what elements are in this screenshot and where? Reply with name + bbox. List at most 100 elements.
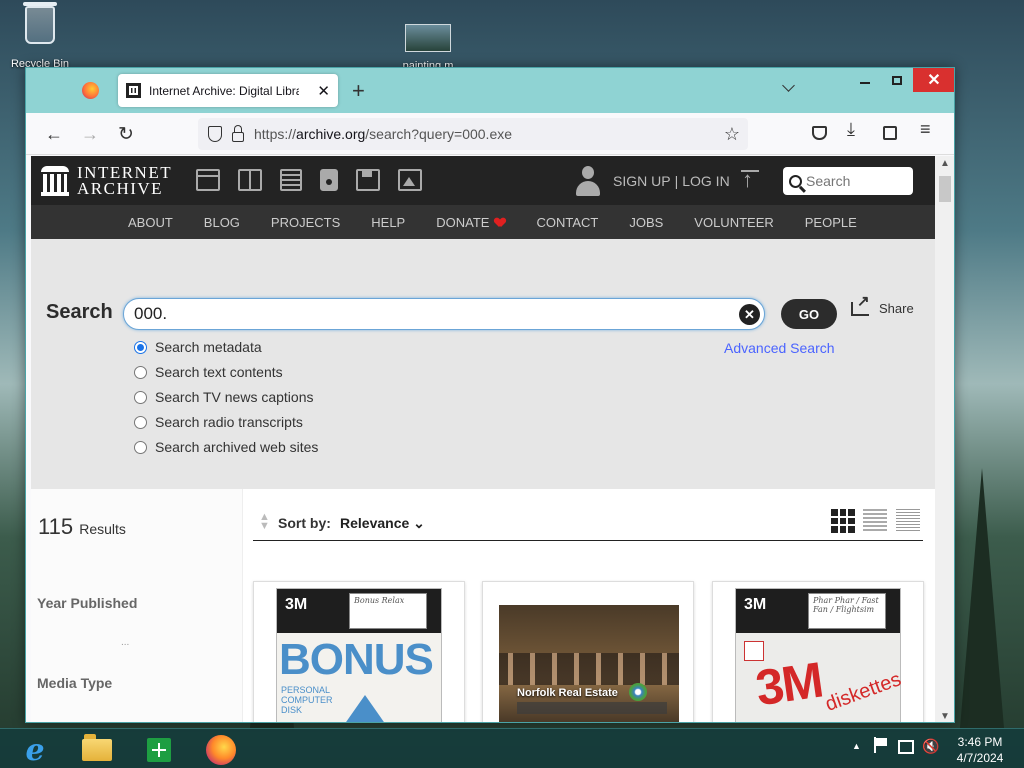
tracking-protection-shield-icon[interactable] xyxy=(208,126,222,142)
option-search-tv-captions[interactable]: Search TV news captions xyxy=(134,389,318,405)
menu-hamburger-icon[interactable]: ≡ xyxy=(920,119,931,140)
texts-book-icon[interactable] xyxy=(238,169,262,191)
minimize-button[interactable] xyxy=(849,68,881,92)
volume-muted-icon[interactable]: 🔇 xyxy=(922,738,939,755)
file-explorer-icon[interactable] xyxy=(77,733,117,767)
firefox-view-icon[interactable] xyxy=(82,82,99,99)
header-search-box[interactable] xyxy=(783,167,913,195)
recycle-bin-desktop-icon[interactable]: Recycle Bin xyxy=(0,0,80,70)
radio-button-selected[interactable] xyxy=(134,340,147,354)
tab-close-icon[interactable]: ✕ xyxy=(317,82,330,100)
upload-icon[interactable] xyxy=(741,167,759,193)
list-all-tabs-chevron-icon[interactable] xyxy=(782,81,796,95)
sort-bar: ▲ ▼ Sort by: Relevance ⌄ xyxy=(253,509,923,541)
radio-button[interactable] xyxy=(134,365,147,379)
desktop-tree xyxy=(960,468,1004,728)
page-scrollbar[interactable]: ▲ ▼ xyxy=(935,156,954,722)
bookmark-star-icon[interactable]: ☆ xyxy=(724,124,740,145)
web-archive-icon[interactable] xyxy=(196,169,220,191)
search-type-options: Search metadata Search text contents Sea… xyxy=(134,339,318,455)
close-window-button[interactable]: ✕ xyxy=(913,68,954,92)
subnav-volunteer[interactable]: VOLUNTEER xyxy=(694,215,773,230)
internet-archive-favicon-icon xyxy=(126,83,141,98)
heart-icon xyxy=(495,218,505,227)
search-query-input[interactable] xyxy=(134,304,714,324)
search-query-field[interactable]: ✕ xyxy=(123,298,765,330)
radio-button[interactable] xyxy=(134,390,147,404)
option-search-metadata[interactable]: Search metadata xyxy=(134,339,318,355)
scroll-up-arrow-icon[interactable]: ▲ xyxy=(940,158,950,169)
painting-desktop-icon[interactable]: painting.m xyxy=(388,2,468,72)
list-detail-view-icon[interactable] xyxy=(863,509,887,533)
ia-sub-navigation: ABOUT BLOG PROJECTS HELP DONATE CONTACT … xyxy=(31,205,935,239)
advanced-search-link[interactable]: Advanced Search xyxy=(724,340,835,356)
maximize-button[interactable] xyxy=(881,68,913,92)
subnav-help[interactable]: HELP xyxy=(371,215,405,230)
pocket-icon[interactable] xyxy=(812,126,827,140)
images-icon[interactable] xyxy=(398,169,422,191)
subnav-blog[interactable]: BLOG xyxy=(204,215,240,230)
back-arrow-icon[interactable]: ← xyxy=(42,122,66,146)
header-search-input[interactable] xyxy=(806,173,902,189)
downloads-icon[interactable]: ⤓ xyxy=(847,119,855,140)
forward-arrow-icon[interactable]: → xyxy=(78,122,102,146)
sign-up-link[interactable]: SIGN UP xyxy=(613,173,671,189)
search-icon[interactable] xyxy=(789,174,802,188)
video-thumbnail: Norfolk Real Estate xyxy=(499,605,679,722)
browser-window: Internet Archive: Digital Library ✕ + ✕ … xyxy=(25,67,955,723)
reload-icon[interactable]: ↻ xyxy=(114,122,138,146)
subnav-donate[interactable]: DONATE xyxy=(436,215,505,230)
facet-year-published[interactable]: Year Published xyxy=(37,595,137,611)
radio-button[interactable] xyxy=(134,415,147,429)
sort-direction-icon[interactable]: ▲ ▼ xyxy=(259,512,271,533)
option-search-text-contents[interactable]: Search text contents xyxy=(134,364,318,380)
lock-icon[interactable] xyxy=(232,124,244,142)
option-search-radio-transcripts[interactable]: Search radio transcripts xyxy=(134,414,318,430)
video-film-icon[interactable] xyxy=(280,169,302,191)
user-avatar-icon[interactable] xyxy=(574,166,602,196)
taskbar: e ▲ 🔇 3:46 PM 4/7/2024 xyxy=(0,728,1024,768)
share-button[interactable]: Share xyxy=(851,292,914,316)
subnav-people[interactable]: PEOPLE xyxy=(805,215,857,230)
scroll-down-arrow-icon[interactable]: ▼ xyxy=(940,711,950,722)
tab-strip: Internet Archive: Digital Library ✕ + ✕ xyxy=(26,68,954,113)
go-button[interactable]: GO xyxy=(781,299,837,329)
software-floppy-icon[interactable] xyxy=(356,169,380,191)
ia-top-nav: INTERNET ARCHIVE SIGN UP | LOG IN xyxy=(31,156,935,205)
search-section: Search ✕ GO Share Search metadata Search… xyxy=(31,239,935,489)
radio-button[interactable] xyxy=(134,440,147,454)
log-in-link[interactable]: LOG IN xyxy=(682,173,729,189)
internet-explorer-icon[interactable]: e xyxy=(15,733,55,768)
store-icon[interactable] xyxy=(139,733,179,767)
subnav-about[interactable]: ABOUT xyxy=(128,215,173,230)
tab-internet-archive[interactable]: Internet Archive: Digital Library ✕ xyxy=(118,74,338,107)
result-card[interactable]: Norfolk Real Estate xyxy=(482,581,694,722)
subnav-projects[interactable]: PROJECTS xyxy=(271,215,340,230)
system-clock[interactable]: 3:46 PM 4/7/2024 xyxy=(950,734,1010,766)
grid-view-icon[interactable] xyxy=(831,509,855,533)
share-icon xyxy=(851,292,870,316)
internet-archive-logo[interactable]: INTERNET ARCHIVE xyxy=(41,164,172,197)
option-search-web-sites[interactable]: Search archived web sites xyxy=(134,439,318,455)
list-compact-view-icon[interactable] xyxy=(896,509,920,533)
sort-relevance-dropdown[interactable]: Relevance ⌄ xyxy=(340,515,425,532)
result-card[interactable]: 3M Phar Phar / Fast Fan / Flightsim 3M d… xyxy=(712,581,924,722)
new-tab-button[interactable]: + xyxy=(352,78,365,104)
scroll-thumb[interactable] xyxy=(939,176,951,202)
clear-search-icon[interactable]: ✕ xyxy=(739,304,760,325)
network-icon[interactable] xyxy=(898,740,914,754)
subnav-contact[interactable]: CONTACT xyxy=(536,215,598,230)
firefox-icon[interactable] xyxy=(201,733,241,767)
subnav-jobs[interactable]: JOBS xyxy=(629,215,663,230)
extensions-icon[interactable] xyxy=(883,126,897,140)
audio-speaker-icon[interactable] xyxy=(320,169,338,191)
result-card[interactable]: 3M Bonus Relax BONUS PERSONAL COMPUTER DIS… xyxy=(253,581,465,722)
url-text[interactable]: https://archive.org/search?query=000.exe xyxy=(254,126,512,142)
share-label: Share xyxy=(879,301,914,316)
clock-time: 3:46 PM xyxy=(957,735,1003,749)
address-bar[interactable]: https://archive.org/search?query=000.exe… xyxy=(198,118,748,150)
search-heading: Search xyxy=(46,301,113,323)
show-hidden-icons-icon[interactable]: ▲ xyxy=(852,741,861,751)
facet-media-type[interactable]: Media Type xyxy=(37,675,112,691)
action-center-flag-icon[interactable] xyxy=(874,737,888,753)
